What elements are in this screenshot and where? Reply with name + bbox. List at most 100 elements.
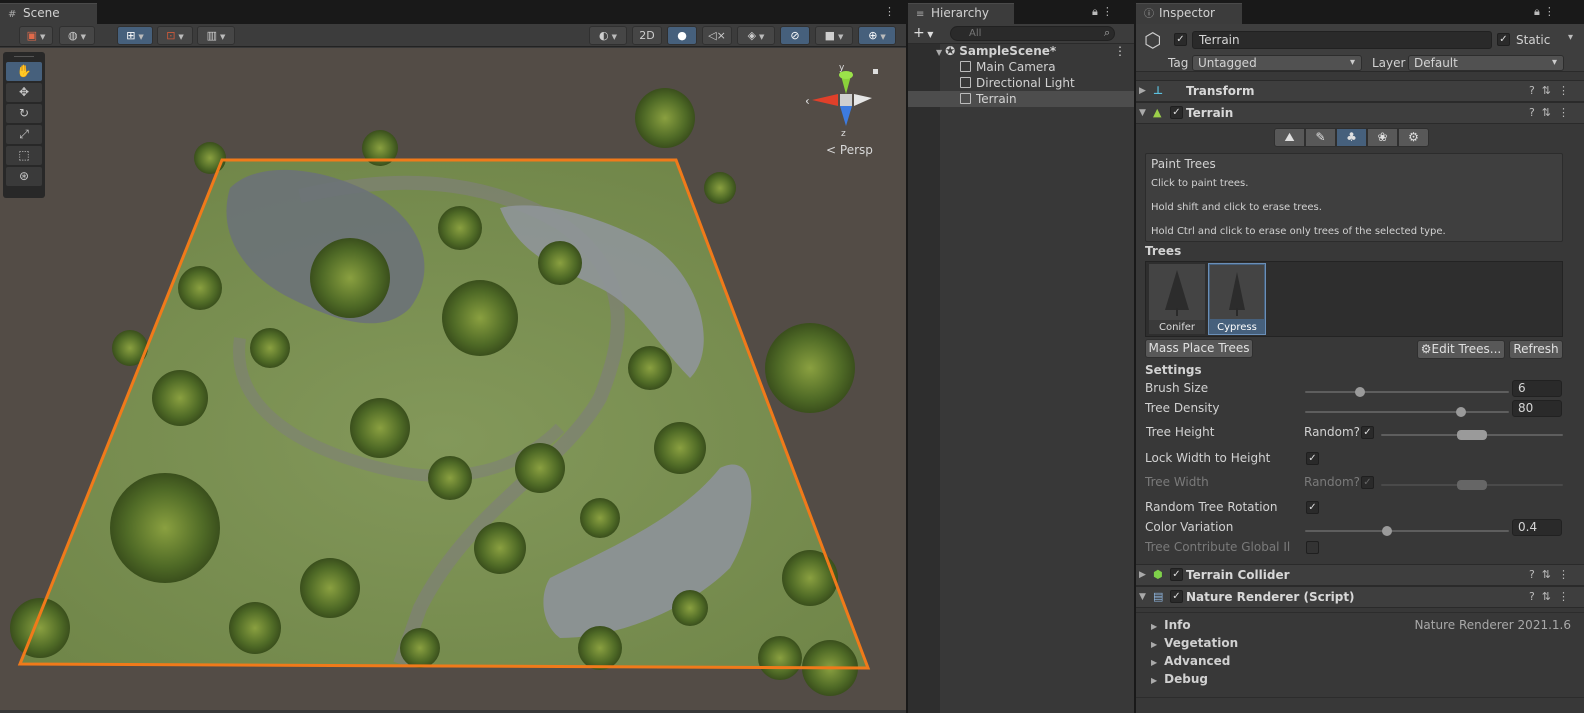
snap-increment-dropdown[interactable]: ⊡ ▼ (157, 26, 193, 45)
nature-renderer-version: Nature Renderer 2021.1.6 (1414, 618, 1571, 632)
2d-toggle-button[interactable]: 2D (632, 26, 662, 45)
component-actions[interactable]: ?⇅⋮ (1529, 565, 1576, 585)
brush-size-slider[interactable] (1305, 387, 1509, 397)
hierarchy-tab[interactable]: ≡ Hierarchy (908, 3, 1014, 24)
lock-width-checkbox[interactable]: ✓ (1306, 452, 1319, 465)
tree-prototype-conifer[interactable]: Conifer (1149, 264, 1205, 334)
tree-width-label: Tree Width (1145, 475, 1209, 489)
component-actions[interactable]: ?⇅⋮ (1529, 81, 1576, 101)
paint-terrain-icon[interactable]: ✎ (1305, 128, 1336, 147)
add-object-button[interactable]: + ▼ (913, 25, 933, 41)
expand-arrow-icon[interactable]: ▼ (936, 48, 942, 57)
expand-arrow-icon[interactable]: ▶ (1139, 81, 1146, 101)
nature-renderer-component-header[interactable]: ▼ ▤ ✓ Nature Renderer (Script) ?⇅⋮ (1136, 586, 1584, 608)
paint-trees-help-box: Paint Trees Click to paint trees. Hold s… (1145, 153, 1563, 242)
mass-place-trees-button[interactable]: Mass Place Trees (1145, 339, 1253, 358)
camera-settings-dropdown[interactable]: ■ ▼ (815, 26, 853, 45)
foldout-info[interactable]: ▶ Info (1151, 618, 1191, 635)
inspector-lock-icon[interactable]: 🔒︎⋮ (1534, 5, 1559, 19)
hierarchy-item-label: Terrain (976, 92, 1017, 106)
inspector-tab-label: Inspector (1159, 6, 1215, 20)
audio-toggle[interactable]: ◁× (702, 26, 732, 45)
grid-visibility-dropdown[interactable]: ▥ ▼ (197, 26, 235, 45)
color-variation-slider[interactable] (1305, 526, 1509, 536)
color-variation-field[interactable]: 0.4 (1512, 519, 1562, 536)
layer-dropdown[interactable]: Default (1408, 55, 1564, 71)
hierarchy-item-terrain[interactable]: Terrain (908, 91, 1134, 107)
projection-label[interactable]: < Persp (826, 143, 873, 157)
divider (1136, 612, 1584, 613)
hierarchy-search-input[interactable]: All (950, 26, 1115, 41)
terrain-collider-enabled-checkbox[interactable]: ✓ (1170, 568, 1183, 581)
edit-trees-button[interactable]: ⚙Edit Trees... (1417, 340, 1505, 359)
effects-dropdown[interactable]: ◈ ▼ (737, 26, 775, 45)
transform-tool-icon[interactable]: ⊛ (6, 167, 42, 186)
tag-dropdown[interactable]: Untagged (1192, 55, 1362, 71)
component-actions[interactable]: ?⇅⋮ (1529, 587, 1576, 607)
grid-snap-dropdown[interactable]: ⊞ ▼ (117, 26, 153, 45)
static-checkbox[interactable]: ✓ (1497, 33, 1510, 46)
transform-component-header[interactable]: ▶ ⊥ Transform ?⇅⋮ (1136, 80, 1584, 102)
terrain-enabled-checkbox[interactable]: ✓ (1170, 106, 1183, 119)
tree-height-random-checkbox[interactable]: ✓ (1361, 426, 1374, 439)
tree-height-range-handle[interactable] (1457, 430, 1487, 440)
cypress-preview-icon (1210, 265, 1264, 319)
terrain-settings-icon[interactable]: ⚙ (1398, 128, 1429, 147)
paint-details-icon[interactable]: ❀ (1367, 128, 1398, 147)
rotate-tool-icon[interactable]: ↻ (6, 104, 42, 123)
lock-icon[interactable]: 🔒︎⋮ (1092, 5, 1117, 19)
gizmos-dropdown[interactable]: ⊕ ▼ (858, 26, 896, 45)
hand-tool-icon[interactable]: ✋ (6, 62, 42, 81)
scale-tool-icon[interactable]: ⤢ (6, 125, 42, 144)
tool-strip-handle[interactable] (14, 56, 34, 60)
foldout-debug[interactable]: ▶ Debug (1151, 672, 1208, 689)
foldout-vegetation[interactable]: ▶ Vegetation (1151, 636, 1238, 653)
raise-terrain-icon[interactable]: ⛰ (1274, 128, 1305, 147)
scene-root-row[interactable]: ▼ ✪ SampleScene* ⋮ (908, 43, 1134, 59)
tree-height-range-slider[interactable] (1381, 430, 1563, 440)
tree-density-slider[interactable] (1305, 407, 1509, 417)
hierarchy-item-main-camera[interactable]: Main Camera (908, 59, 1134, 75)
object-name-field[interactable]: Terrain (1192, 31, 1492, 49)
shading-mode-dropdown[interactable]: ◐ ▼ (589, 26, 627, 45)
brush-size-field[interactable]: 6 (1512, 380, 1562, 397)
terrain-component-header[interactable]: ▼ ▲ ✓ Terrain ?⇅⋮ (1136, 102, 1584, 124)
scene-viewport[interactable]: ✋ ✥ ↻ ⤢ ⬚ ⊛ y x z < Persp (0, 48, 906, 710)
scene-menu-icon[interactable]: ⋮ (1114, 43, 1126, 59)
inspector-tab[interactable]: ⓘ Inspector (1136, 3, 1242, 24)
tree-density-slider-knob[interactable] (1456, 407, 1466, 417)
color-variation-slider-knob[interactable] (1382, 526, 1392, 536)
terrain-collider-component-header[interactable]: ▶ ⬢ ✓ Terrain Collider ?⇅⋮ (1136, 564, 1584, 586)
rect-tool-icon[interactable]: ⬚ (6, 146, 42, 165)
terrain-icon: ▲ (1153, 106, 1162, 119)
foldout-label: Info (1164, 618, 1191, 632)
tag-label: Tag (1168, 56, 1189, 70)
grid-lines-icon: ▥ (206, 29, 217, 42)
refresh-button[interactable]: Refresh (1509, 340, 1563, 359)
search-filter-icon[interactable]: ⌕ (1104, 26, 1110, 40)
brush-size-label: Brush Size (1145, 381, 1209, 395)
global-local-dropdown[interactable]: ◍ ▼ (59, 26, 95, 45)
active-checkbox[interactable]: ✓ (1174, 33, 1187, 46)
hierarchy-item-directional-light[interactable]: Directional Light (908, 75, 1134, 91)
foldout-advanced[interactable]: ▶ Advanced (1151, 654, 1230, 671)
draw-mode-dropdown[interactable]: ▣ ▼ (19, 26, 53, 45)
collapse-arrow-icon[interactable]: ▼ (1139, 587, 1146, 607)
nature-renderer-enabled-checkbox[interactable]: ✓ (1170, 590, 1183, 603)
random-rotation-checkbox[interactable]: ✓ (1306, 501, 1319, 514)
hidden-objects-toggle[interactable]: ⊘ (780, 26, 810, 45)
tree-prototype-cypress[interactable]: Cypress (1208, 263, 1266, 335)
trees-label: Trees (1145, 244, 1182, 258)
component-actions[interactable]: ?⇅⋮ (1529, 103, 1576, 123)
paint-trees-icon[interactable]: ♣ (1336, 128, 1367, 147)
brush-size-slider-knob[interactable] (1355, 387, 1365, 397)
collapse-arrow-icon[interactable]: ▼ (1139, 103, 1146, 123)
hierarchy-item-label: Main Camera (976, 60, 1056, 74)
scene-tab[interactable]: # Scene (0, 3, 97, 24)
lighting-toggle[interactable]: ● (667, 26, 697, 45)
move-tool-icon[interactable]: ✥ (6, 83, 42, 102)
more-menu-icon[interactable]: ⋮ (884, 5, 899, 18)
tree-density-field[interactable]: 80 (1512, 400, 1562, 417)
expand-arrow-icon[interactable]: ▶ (1139, 565, 1146, 585)
static-dropdown-icon[interactable]: ▾ (1568, 32, 1573, 43)
